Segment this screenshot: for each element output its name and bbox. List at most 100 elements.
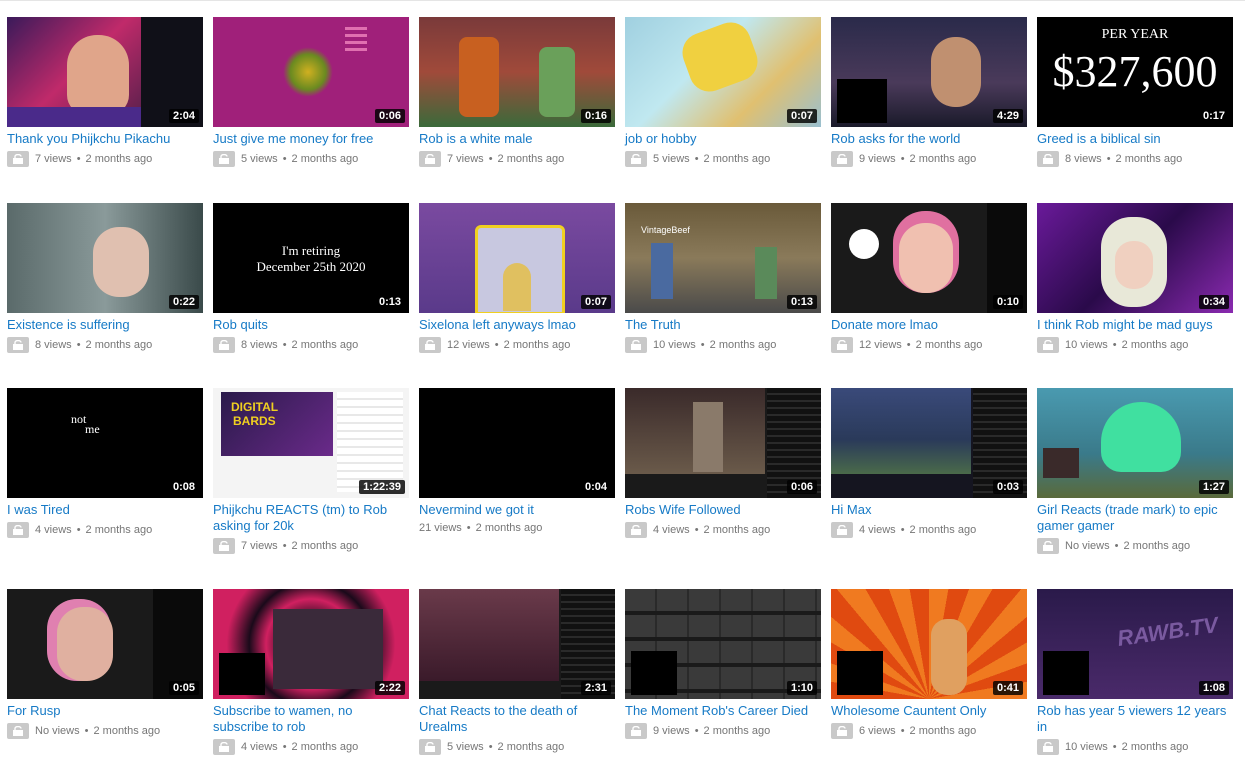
upload-age: 2 months ago: [85, 339, 153, 351]
video-thumbnail[interactable]: 0:07: [625, 17, 821, 127]
video-thumbnail[interactable]: RAWB.TV 1:08: [1037, 589, 1233, 699]
video-duration: 2:04: [168, 109, 199, 123]
character-art: [693, 402, 723, 472]
video-title[interactable]: Thank you Phijkchu Pikachu: [7, 131, 203, 147]
crowd-face: [931, 37, 981, 107]
video-title[interactable]: I was Tired: [7, 502, 203, 518]
view-count: 8 views: [35, 339, 72, 351]
video-thumbnail[interactable]: 0:04: [419, 388, 615, 498]
upload-age: 2 months ago: [709, 339, 777, 351]
video-title[interactable]: Rob asks for the world: [831, 131, 1027, 147]
video-title[interactable]: I think Rob might be mad guys: [1037, 317, 1233, 333]
video-duration: 0:06: [374, 109, 405, 123]
video-title[interactable]: Hi Max: [831, 502, 1027, 518]
video-title[interactable]: The Moment Rob's Career Died: [625, 703, 821, 719]
video-title[interactable]: Wholesome Cauntent Only: [831, 703, 1027, 719]
view-count: 4 views: [653, 524, 690, 536]
video-thumbnail[interactable]: 2:31: [419, 589, 615, 699]
hair-graphic: [676, 17, 764, 98]
video-title[interactable]: Phijkchu REACTS (tm) to Rob asking for 2…: [213, 502, 409, 534]
video-thumbnail[interactable]: 0:03: [831, 388, 1027, 498]
video-title[interactable]: For Rusp: [7, 703, 203, 719]
view-count: 12 views: [447, 339, 490, 351]
video-title[interactable]: Rob is a white male: [419, 131, 615, 147]
video-thumbnail[interactable]: 0:16: [419, 17, 615, 127]
video-title[interactable]: Just give me money for free: [213, 131, 409, 147]
unlisted-lock-icon: [625, 337, 647, 353]
view-count: 4 views: [241, 741, 278, 753]
video-thumbnail[interactable]: 0:22: [7, 203, 203, 313]
video-thumbnail[interactable]: 0:06: [625, 388, 821, 498]
view-count: 6 views: [859, 725, 896, 737]
video-title[interactable]: The Truth: [625, 317, 821, 333]
video-duration: 1:08: [1198, 681, 1229, 695]
view-count: 7 views: [447, 153, 484, 165]
video-title[interactable]: Greed is a biblical sin: [1037, 131, 1233, 147]
video-duration: 2:31: [580, 681, 611, 695]
video-meta: 12 views • 2 months ago: [831, 336, 1027, 354]
webcam-overlay: [1043, 448, 1079, 478]
unlisted-lock-icon: [419, 337, 441, 353]
minecraft-player: [651, 243, 673, 299]
video-title[interactable]: Chat Reacts to the death of Urealms: [419, 703, 615, 735]
video-title[interactable]: Sixelona left anyways lmao: [419, 317, 615, 333]
video-thumbnail[interactable]: PER YEAR $327,600 0:17: [1037, 17, 1233, 127]
video-thumbnail[interactable]: 0:10: [831, 203, 1027, 313]
video-title[interactable]: Existence is suffering: [7, 317, 203, 333]
video-thumbnail[interactable]: 4:29: [831, 17, 1027, 127]
video-meta: 5 views • 2 months ago: [625, 150, 821, 168]
video-thumbnail[interactable]: DIGITAL BARDS 1:22:39: [213, 388, 409, 498]
upload-age: 2 months ago: [703, 153, 771, 165]
person-face: [93, 227, 149, 297]
video-title[interactable]: Girl Reacts (trade mark) to epic gamer g…: [1037, 502, 1233, 534]
video-title[interactable]: Rob quits: [213, 317, 409, 333]
video-title[interactable]: Nevermind we got it: [419, 502, 615, 518]
video-card: 0:34 I think Rob might be mad guys 10 vi…: [1037, 203, 1233, 354]
view-count: 7 views: [241, 540, 278, 552]
video-thumbnail[interactable]: 0:06: [213, 17, 409, 127]
unlisted-lock-icon: [419, 739, 441, 755]
video-title[interactable]: Subscribe to wamen, no subscribe to rob: [213, 703, 409, 735]
unlisted-lock-icon: [213, 739, 235, 755]
upload-age: 2 months ago: [291, 339, 359, 351]
thumb-amount: $327,600: [1052, 47, 1218, 96]
video-card: 4:29 Rob asks for the world 9 views • 2 mo…: [831, 17, 1027, 168]
upload-age: 2 months ago: [1121, 339, 1189, 351]
upload-age: 2 months ago: [703, 725, 771, 737]
video-card: 0:04 Nevermind we got it 21 views • 2 mont…: [419, 388, 615, 537]
view-count: No views: [1065, 540, 1110, 552]
thumb-caption: I'm retiring: [281, 243, 341, 258]
video-thumbnail[interactable]: 1:27: [1037, 388, 1233, 498]
upload-age: 2 months ago: [1115, 153, 1183, 165]
video-duration: 0:17: [1198, 109, 1229, 123]
video-thumbnail[interactable]: 0:34: [1037, 203, 1233, 313]
video-thumbnail[interactable]: 0:07: [419, 203, 615, 313]
upload-age: 2 months ago: [291, 741, 359, 753]
video-thumbnail[interactable]: 1:10: [625, 589, 821, 699]
upload-age: 2 months ago: [909, 725, 977, 737]
video-meta: 5 views • 2 months ago: [213, 150, 409, 168]
video-title[interactable]: Rob has year 5 viewers 12 years in: [1037, 703, 1233, 735]
bee-logo: [849, 229, 879, 259]
video-thumbnail[interactable]: I'm retiring December 25th 2020 0:13: [213, 203, 409, 313]
video-card: VintageBeef 0:13 The Truth 10 views • 2 mo…: [625, 203, 821, 354]
video-meta: 6 views • 2 months ago: [831, 722, 1027, 740]
video-card: PER YEAR $327,600 0:17 Greed is a biblic…: [1037, 17, 1233, 168]
thumb-caption: PER YEAR: [1101, 27, 1169, 42]
video-thumbnail[interactable]: 0:05: [7, 589, 203, 699]
video-title[interactable]: Donate more lmao: [831, 317, 1027, 333]
video-title[interactable]: job or hobby: [625, 131, 821, 147]
video-thumbnail[interactable]: 2:22: [213, 589, 409, 699]
video-thumbnail[interactable]: 0:41: [831, 589, 1027, 699]
unlisted-lock-icon: [1037, 151, 1059, 167]
stream-view: [419, 589, 559, 681]
video-meta: 8 views • 2 months ago: [7, 336, 203, 354]
video-thumbnail[interactable]: 2:04: [7, 17, 203, 127]
video-thumbnail[interactable]: not me 0:08: [7, 388, 203, 498]
video-title[interactable]: Robs Wife Followed: [625, 502, 821, 518]
upload-age: 2 months ago: [85, 153, 153, 165]
unlisted-lock-icon: [831, 337, 853, 353]
unlisted-lock-icon: [1037, 739, 1059, 755]
video-thumbnail[interactable]: VintageBeef 0:13: [625, 203, 821, 313]
video-meta: 8 views • 2 months ago: [213, 336, 409, 354]
